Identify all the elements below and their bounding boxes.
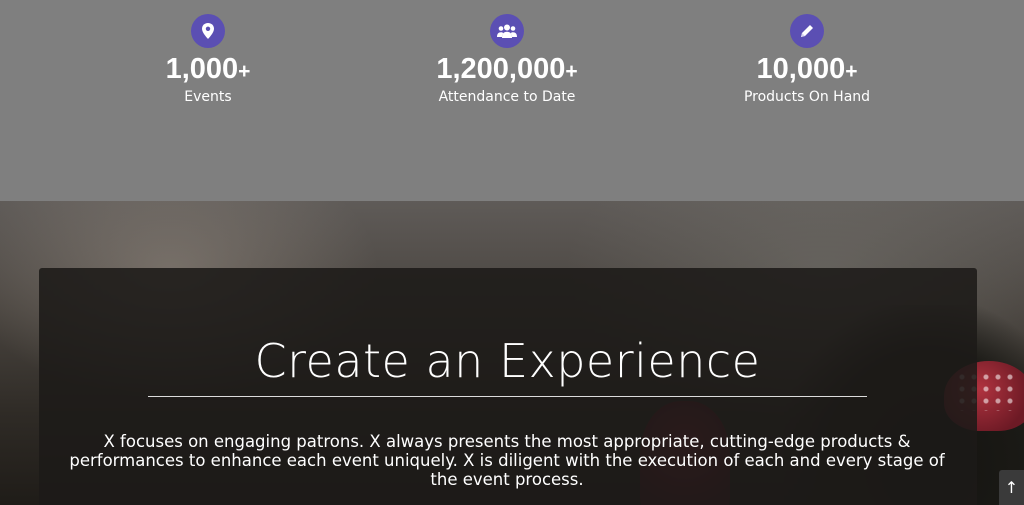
heading-divider — [148, 396, 867, 397]
stat-label: Events — [184, 89, 232, 105]
map-pin-icon — [191, 14, 225, 48]
stat-label: Attendance to Date — [438, 89, 576, 105]
stat-number: 1,000+ — [165, 53, 251, 85]
stat-events: 1,000+ Events — [78, 14, 338, 106]
stat-label: Products On Hand — [743, 89, 871, 105]
stat-products: 10,000+ Products On Hand — [677, 14, 937, 106]
stat-number: 1,200,000+ — [436, 53, 578, 85]
experience-heading: Create an Experience — [254, 334, 761, 388]
scroll-to-top-button[interactable]: ↑ — [999, 470, 1024, 505]
experience-description: X focuses on engaging patrons. X always … — [69, 432, 945, 489]
arrow-up-icon: ↑ — [1004, 478, 1019, 497]
stats-band: 1,000+ Events 1,200,000+ Attendance to D… — [0, 0, 1024, 201]
pencil-icon — [790, 14, 824, 48]
stat-number: 10,000+ — [756, 53, 858, 85]
group-icon — [490, 14, 524, 48]
stat-attendance: 1,200,000+ Attendance to Date — [377, 14, 637, 106]
